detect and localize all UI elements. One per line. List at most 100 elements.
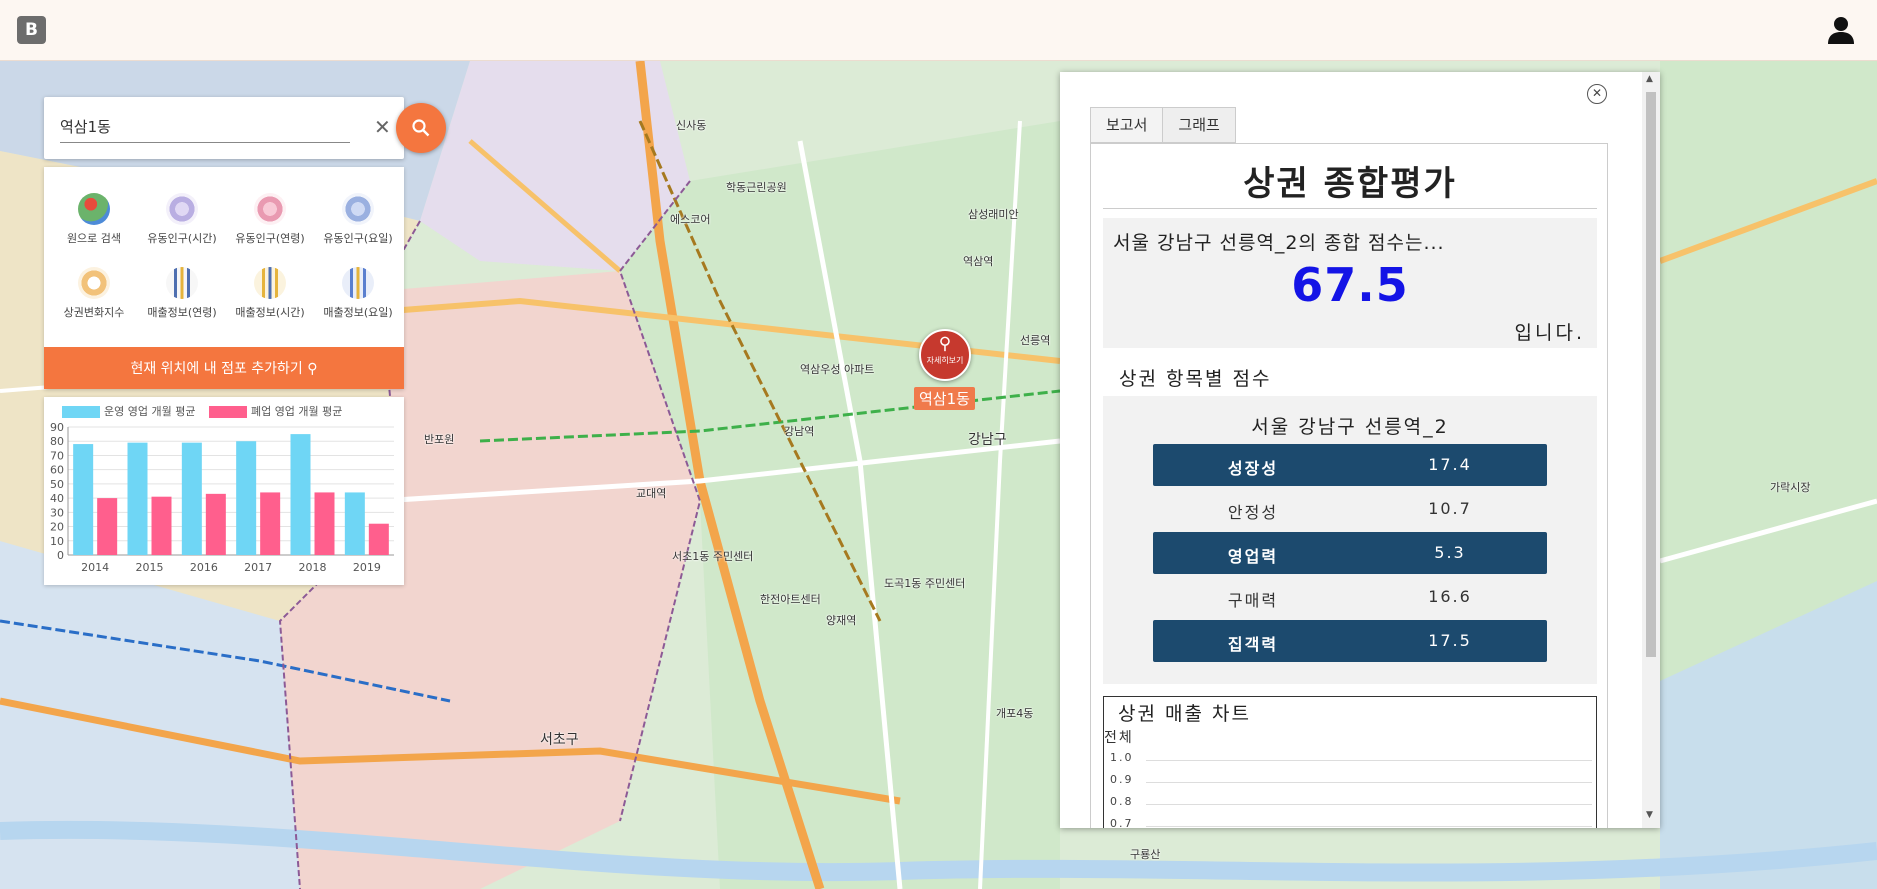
report-body: 상권 종합평가 서울 강남구 선릉역_2의 종합 점수는... 67.5 입니다…: [1090, 143, 1608, 828]
item-score-row: 집객력 17.5: [1153, 620, 1547, 662]
marker-label: 역삼1동: [914, 387, 975, 410]
menu-item-sales-day[interactable]: 매출정보(요일): [314, 267, 402, 320]
bar: [181, 442, 202, 555]
item-name: 영업력: [1227, 547, 1279, 566]
item-value: 17.5: [1428, 631, 1472, 650]
divider: [1103, 208, 1597, 209]
search-button[interactable]: [396, 103, 446, 153]
map-label: 삼성래미안: [968, 208, 1019, 221]
scroll-up-icon[interactable]: ▲: [1646, 74, 1653, 84]
x-tick-label: 2019: [353, 561, 381, 574]
item-scores-box: 서울 강남구 선릉역_2 성장성 17.4 안정성 10.7 영업력 5.3 구…: [1103, 396, 1597, 684]
document-icon: [78, 267, 110, 299]
map-label: 개포4동: [996, 707, 1034, 720]
menu-item-sales-age[interactable]: 매출정보(연령): [138, 267, 226, 320]
y-tick-label: 1.0: [1110, 751, 1134, 764]
user-icon[interactable]: [1825, 14, 1857, 46]
bar: [260, 492, 281, 555]
legend-label: 운영 영업 개월 평균: [104, 405, 196, 418]
menu-item-label: 매출정보(시간): [235, 306, 305, 319]
menu-item-label: 매출정보(연령): [147, 306, 217, 319]
people-icon: [342, 193, 374, 225]
x-tick-label: 2017: [244, 561, 272, 574]
item-value: 5.3: [1434, 543, 1466, 562]
bar: [314, 492, 335, 555]
menu-item-label: 매출정보(요일): [323, 306, 393, 319]
item-name: 성장성: [1227, 459, 1279, 478]
gridline: [1146, 804, 1592, 805]
sales-chart-subtitle: 전체: [1104, 730, 1134, 746]
legend-item: 폐업 영업 개월 평균: [208, 405, 342, 418]
y-tick-label: 20: [50, 521, 64, 534]
menu-item-label: 상권변화지수: [63, 306, 125, 319]
map-label: 역삼역: [963, 255, 994, 268]
scroll-thumb[interactable]: [1646, 92, 1656, 657]
menu-item-population-age[interactable]: 유동인구(연령): [226, 193, 314, 246]
report-tabs: 보고서 그래프: [1090, 107, 1236, 143]
map-label: 도곡1동 주민센터: [884, 577, 966, 590]
menu-item-circle-search[interactable]: 원으로 검색: [50, 193, 138, 246]
x-tick-label: 2016: [190, 561, 218, 574]
total-score-box: 서울 강남구 선릉역_2의 종합 점수는... 67.5 입니다.: [1103, 218, 1597, 348]
sales-chart-box: 상권 매출 차트 전체 1.0 0.9 0.8 0.7: [1103, 696, 1597, 828]
x-tick-label: 2014: [81, 561, 109, 574]
total-score: 67.5: [1291, 258, 1409, 312]
y-tick-label: 0.8: [1110, 795, 1134, 808]
menu-item-label: 원으로 검색: [66, 232, 122, 245]
menu-item-change-index[interactable]: 상권변화지수: [50, 267, 138, 320]
y-tick-label: 60: [50, 464, 64, 477]
search-input[interactable]: [60, 111, 350, 143]
y-tick-label: 0.9: [1110, 773, 1134, 786]
bar: [73, 444, 94, 555]
menu-item-population-time[interactable]: 유동인구(시간): [138, 193, 226, 246]
item-score-row: 성장성 17.4: [1153, 444, 1547, 486]
bar: [236, 441, 257, 555]
menu-item-sales-time[interactable]: 매출정보(시간): [226, 267, 314, 320]
y-tick-label: 70: [50, 449, 64, 462]
map-label: 강남역: [784, 425, 815, 438]
menu-item-population-day[interactable]: 유동인구(요일): [314, 193, 402, 246]
items-heading: 상권 항목별 점수: [1119, 368, 1272, 390]
bar: [290, 434, 311, 555]
item-score-row: 안정성 10.7: [1153, 488, 1547, 530]
item-value: 17.4: [1428, 455, 1472, 474]
y-tick-label: 80: [50, 435, 64, 448]
close-icon[interactable]: ✕: [1587, 84, 1607, 104]
bar-chart-icon: [166, 267, 198, 299]
map-label: 역삼우성 아파트: [800, 363, 875, 376]
y-tick-label: 90: [50, 421, 64, 434]
legend-item: 운영 영업 개월 평균: [62, 405, 195, 418]
sales-chart-title: 상권 매출 차트: [1118, 703, 1251, 725]
tab-graph[interactable]: 그래프: [1162, 107, 1236, 143]
map-label: 양재역: [826, 614, 857, 627]
app-logo[interactable]: B: [17, 16, 46, 44]
search-icon: [412, 119, 430, 137]
top-bar: B: [0, 0, 1877, 61]
y-tick-label: 10: [50, 535, 64, 548]
map-label: 서초구: [540, 732, 579, 748]
score-intro: 서울 강남구 선릉역_2의 종합 점수는...: [1113, 232, 1445, 254]
item-score-row: 영업력 5.3: [1153, 532, 1547, 574]
map-label: 신사동: [676, 119, 707, 132]
y-tick-label: 0: [57, 549, 64, 562]
map-label: 서초1동 주민센터: [672, 550, 754, 563]
detail-view-marker[interactable]: ⚲ 자세히보기: [919, 329, 971, 381]
item-score-row: 구매력 16.6: [1153, 576, 1547, 618]
bar-chart-svg: 908070 60504030 20100 2014 2015 2016 2017 2018 2…: [50, 421, 394, 574]
clear-icon[interactable]: ✕: [374, 115, 391, 139]
people-icon: [254, 193, 286, 225]
y-tick-label: 40: [50, 492, 64, 505]
menu-item-label: 유동인구(연령): [235, 232, 305, 245]
item-name: 집객력: [1227, 635, 1279, 654]
menu-item-label: 유동인구(요일): [323, 232, 393, 245]
add-my-store-button[interactable]: 현재 위치에 내 점포 추가하기 ⚲: [44, 347, 404, 389]
scrollbar[interactable]: ▲ ▼: [1642, 72, 1660, 828]
bar: [97, 498, 118, 555]
map-label: 한전아트센터: [760, 593, 821, 606]
add-store-label: 현재 위치에 내 점포 추가하기: [130, 361, 303, 377]
tab-report[interactable]: 보고서: [1090, 107, 1164, 143]
chart-legend: 운영 영업 개월 평균 폐업 영업 개월 평균: [62, 403, 352, 419]
menu-item-label: 유동인구(시간): [147, 232, 217, 245]
business-months-chart: 운영 영업 개월 평균 폐업 영업 개월 평균 90 80 70 60 50 40 30 20…: [44, 397, 404, 585]
scroll-down-icon[interactable]: ▼: [1646, 810, 1653, 820]
